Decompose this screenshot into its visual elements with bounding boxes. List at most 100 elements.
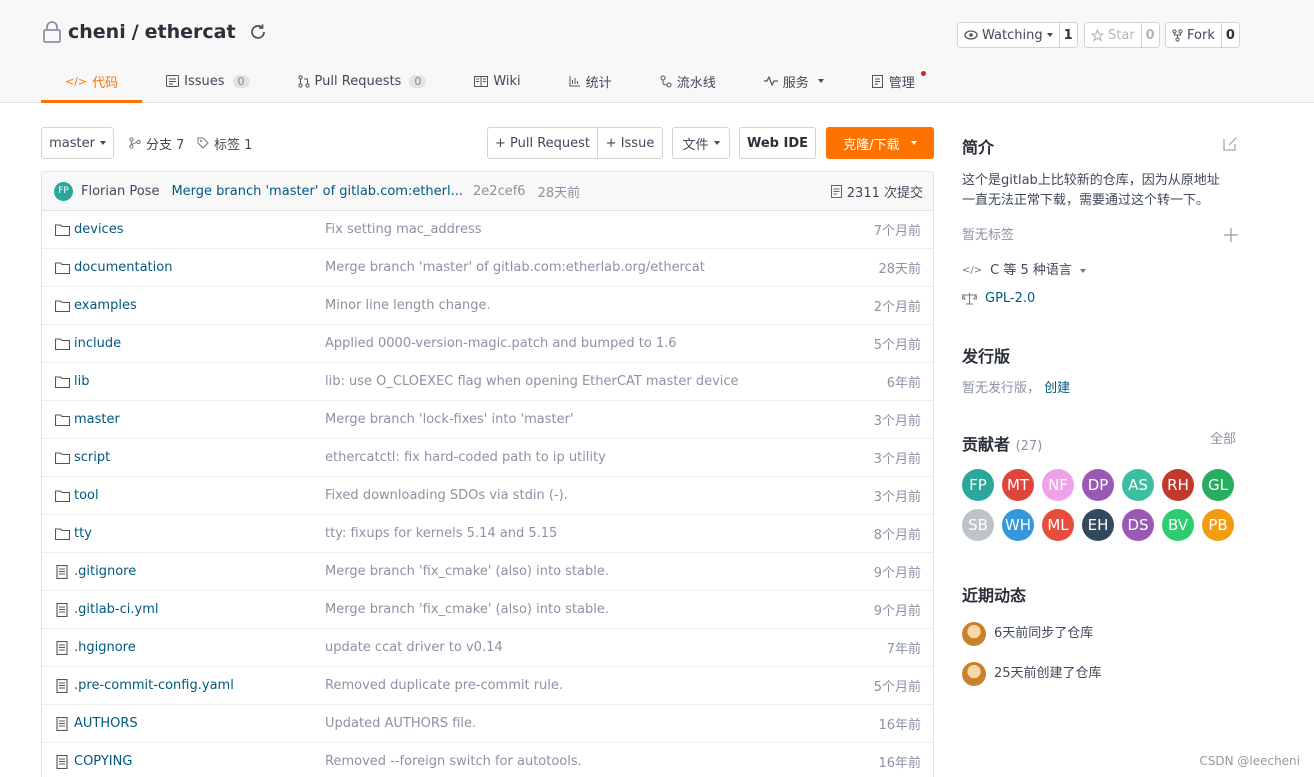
avatar[interactable]: FP (962, 469, 994, 501)
all-contributors-link[interactable]: 全部 (1210, 430, 1236, 450)
license-row[interactable]: GPL-2.0 (962, 289, 1035, 309)
file-name-link[interactable]: lib (74, 374, 89, 389)
avatar[interactable]: MT (1002, 469, 1034, 501)
file-commit-message[interactable]: lib: use O_CLOEXEC flag when opening Eth… (325, 374, 739, 389)
file-name-link[interactable]: .pre-commit-config.yaml (74, 678, 234, 693)
repo-name-link[interactable]: ethercat (145, 21, 236, 43)
file-name-link[interactable]: include (74, 336, 121, 351)
table-row[interactable]: script ethercatctl: fix hard-coded path t… (42, 439, 933, 477)
file-name-link[interactable]: AUTHORS (74, 716, 138, 731)
edit-icon[interactable] (1223, 136, 1238, 151)
file-commit-message[interactable]: Applied 0000-version-magic.patch and bum… (325, 336, 677, 351)
avatar[interactable]: FP (54, 181, 73, 201)
avatar[interactable]: ML (1042, 509, 1074, 541)
avatar[interactable]: GL (1202, 469, 1234, 501)
watch-count[interactable]: 1 (1058, 23, 1077, 47)
file-name-link[interactable]: examples (74, 298, 137, 313)
commit-author[interactable]: Florian Pose (81, 184, 159, 199)
clone-download-button[interactable]: 克隆/下载 (826, 127, 934, 159)
avatar[interactable]: PB (1202, 509, 1234, 541)
file-commit-message[interactable]: Removed duplicate pre-commit rule. (325, 678, 563, 693)
tab-wiki[interactable]: Wiki (450, 62, 544, 100)
star-group[interactable]: Star 0 (1084, 22, 1160, 48)
avatar[interactable]: RH (1162, 469, 1194, 501)
table-row[interactable]: .gitignore Merge branch 'fix_cmake' (also… (42, 553, 933, 591)
file-commit-message[interactable]: Removed --foreign switch for autotools. (325, 754, 582, 769)
tab-code[interactable]: </> 代码 (41, 62, 143, 103)
table-row[interactable]: .gitlab-ci.yml Merge branch 'fix_cmake' (… (42, 591, 933, 629)
avatar[interactable]: BV (1162, 509, 1194, 541)
table-row[interactable]: documentation Merge branch 'master' of gi… (42, 249, 933, 287)
fork-group[interactable]: Fork 0 (1165, 22, 1240, 48)
file-commit-message[interactable]: Fixed downloading SDOs via stdin (-). (325, 488, 568, 503)
file-commit-message[interactable]: ethercatctl: fix hard-coded path to ip u… (325, 450, 606, 465)
table-row[interactable]: include Applied 0000-version-magic.patch … (42, 325, 933, 363)
commit-count-link[interactable]: 2311 次提交 (830, 182, 923, 201)
avatar[interactable]: DS (1122, 509, 1154, 541)
new-pull-request-button[interactable]: + Pull Request (487, 127, 598, 159)
avatar[interactable] (962, 622, 986, 646)
file-menu-button[interactable]: 文件 (672, 127, 730, 159)
new-issue-button[interactable]: + Issue (597, 127, 663, 159)
avatar[interactable]: WH (1002, 509, 1034, 541)
tab-manage[interactable]: 管理 (848, 62, 950, 100)
star-count[interactable]: 0 (1140, 23, 1159, 47)
table-row[interactable]: devices Fix setting mac_address 7个月前 (42, 211, 933, 249)
avatar[interactable]: AS (1122, 469, 1154, 501)
plus-icon[interactable] (1224, 228, 1238, 242)
table-row[interactable]: tty tty: fixups for kernels 5.14 and 5.15… (42, 515, 933, 553)
branches-link[interactable]: 分支 7 (129, 127, 184, 159)
table-row[interactable]: tool Fixed downloading SDOs via stdin (-)… (42, 477, 933, 515)
table-row[interactable]: lib lib: use O_CLOEXEC flag when opening … (42, 363, 933, 401)
avatar[interactable]: DP (1082, 469, 1114, 501)
file-commit-message[interactable]: Merge branch 'fix_cmake' (also) into sta… (325, 564, 609, 579)
avatar[interactable]: NF (1042, 469, 1074, 501)
file-commit-message[interactable]: Merge branch 'master' of gitlab.com:ethe… (325, 260, 705, 275)
table-row[interactable]: AUTHORS Updated AUTHORS file. 16年前 (42, 705, 933, 743)
table-row[interactable]: examples Minor line length change. 2个月前 (42, 287, 933, 325)
file-commit-message[interactable]: Merge branch 'fix_cmake' (also) into sta… (325, 602, 609, 617)
file-name-link[interactable]: .gitignore (74, 564, 136, 579)
file-name-link[interactable]: .hgignore (74, 640, 136, 655)
file-commit-message[interactable]: Minor line length change. (325, 298, 491, 313)
create-release-link[interactable]: 创建 (1044, 381, 1070, 396)
file-name-link[interactable]: script (74, 450, 110, 465)
table-row[interactable]: .pre-commit-config.yaml Removed duplicate… (42, 667, 933, 705)
language-row[interactable]: </> C 等 5 种语言 (962, 261, 1086, 281)
table-row[interactable]: .hgignore update ccat driver to v0.14 7年前 (42, 629, 933, 667)
tab-stats[interactable]: 统计 (545, 62, 636, 100)
file-commit-message[interactable]: update ccat driver to v0.14 (325, 640, 503, 655)
avatar[interactable] (962, 662, 986, 686)
file-commit-message[interactable]: Fix setting mac_address (325, 222, 482, 237)
tab-services[interactable]: 服务 (740, 62, 848, 100)
branch-select[interactable]: master (41, 127, 114, 159)
table-row[interactable]: master Merge branch 'lock-fixes' into 'ma… (42, 401, 933, 439)
file-name-link[interactable]: documentation (74, 260, 172, 275)
file-name-link[interactable]: .gitlab-ci.yml (74, 602, 158, 617)
tags-link[interactable]: 标签 1 (197, 127, 252, 159)
avatar[interactable]: SB (962, 509, 994, 541)
watch-group[interactable]: Watching 1 (957, 22, 1078, 48)
fork-count[interactable]: 0 (1220, 23, 1239, 47)
commit-sha[interactable]: 2e2cef6 (473, 184, 526, 199)
file-name-link[interactable]: tool (74, 488, 99, 503)
commit-message[interactable]: Merge branch 'master' of gitlab.com:ethe… (171, 184, 463, 199)
web-ide-button[interactable]: Web IDE (739, 127, 816, 159)
file-name-link[interactable]: COPYING (74, 754, 132, 769)
table-row[interactable]: COPYING Removed --foreign switch for auto… (42, 743, 933, 777)
file-commit-message[interactable]: Merge branch 'lock-fixes' into 'master' (325, 412, 574, 427)
tab-issues[interactable]: Issues 0 (142, 62, 273, 100)
tab-pull-requests[interactable]: Pull Requests 0 (274, 62, 451, 100)
tab-pipeline[interactable]: 流水线 (636, 62, 740, 100)
star-button[interactable]: Star (1085, 23, 1141, 47)
file-name-link[interactable]: devices (74, 222, 123, 237)
avatar[interactable]: EH (1082, 509, 1114, 541)
file-name-link[interactable]: tty (74, 526, 92, 541)
file-commit-message[interactable]: Updated AUTHORS file. (325, 716, 476, 731)
file-commit-message[interactable]: tty: fixups for kernels 5.14 and 5.15 (325, 526, 557, 541)
fork-button[interactable]: Fork (1166, 23, 1221, 47)
file-name-link[interactable]: master (74, 412, 120, 427)
sync-icon[interactable] (248, 22, 268, 42)
repo-owner-link[interactable]: cheni (68, 21, 126, 43)
watch-button[interactable]: Watching (958, 23, 1059, 47)
